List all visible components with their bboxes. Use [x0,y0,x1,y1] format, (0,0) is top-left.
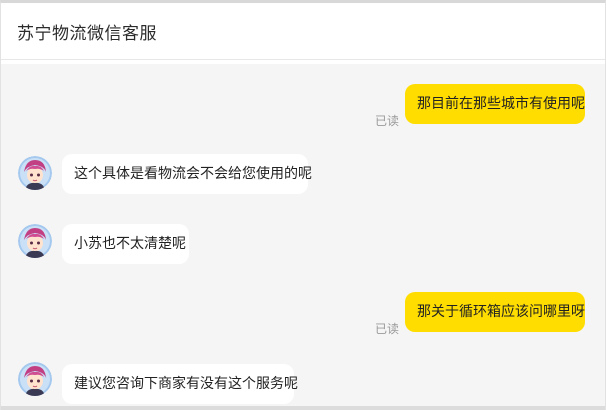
read-status: 已读 [375,114,400,128]
bottom-divider [1,406,605,410]
message-bubble-incoming[interactable]: 这个具体是看物流会不会给您使用的呢 [62,154,312,194]
agent-avatar-icon[interactable] [18,156,52,190]
chat-title: 苏宁物流微信客服 [17,23,157,44]
message-bubble-outgoing[interactable]: 那目前在那些城市有使用呢 [405,84,585,124]
read-status: 已读 [375,322,400,336]
agent-avatar-icon[interactable] [18,224,52,258]
agent-avatar-icon[interactable] [18,362,52,396]
message-list[interactable]: 已读 那目前在那些城市有使用呢 这个具体是看物流会不会给您使用的呢 小苏也不太清… [1,64,605,410]
chat-header: 苏宁物流微信客服 [1,3,605,60]
chat-window: 苏宁物流微信客服 已读 那目前在那些城市有使用呢 这个具体是看物流会不会给您使用… [0,0,606,410]
message-bubble-incoming[interactable]: 建议您咨询下商家有没有这个服务呢 [62,364,298,404]
message-bubble-outgoing[interactable]: 那关于循环箱应该问哪里呀 [405,292,585,332]
message-bubble-incoming[interactable]: 小苏也不太清楚呢 [62,224,189,264]
